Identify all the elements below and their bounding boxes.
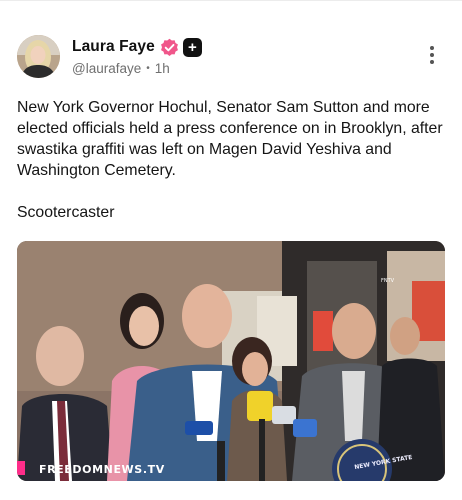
verified-badge-icon xyxy=(160,38,178,56)
avatar-image xyxy=(17,35,60,78)
post-body: New York Governor Hochul, Senator Sam Su… xyxy=(17,97,447,223)
more-dot xyxy=(430,60,434,64)
author-name-row: Laura Faye + xyxy=(72,37,202,57)
author-handle[interactable]: @laurafaye xyxy=(72,61,141,76)
plus-badge-icon: + xyxy=(182,37,202,57)
press-conference-photo xyxy=(17,241,445,481)
media-corner-tag: FNTV xyxy=(381,278,395,284)
author-meta: @laurafaye • 1h xyxy=(72,61,170,76)
author-name[interactable]: Laura Faye xyxy=(72,38,155,56)
post-media-image[interactable]: FNTV NEW YORK STATE FREEDOMNEWS.TV xyxy=(17,241,445,481)
post-time[interactable]: 1h xyxy=(155,61,170,76)
top-divider xyxy=(0,0,462,1)
more-vertical-icon xyxy=(430,46,434,50)
meta-separator: • xyxy=(146,63,150,74)
watermark-accent-bar xyxy=(17,461,25,475)
author-avatar[interactable] xyxy=(17,35,60,78)
media-watermark: FREEDOMNEWS.TV xyxy=(39,463,165,476)
post-text: New York Governor Hochul, Senator Sam Su… xyxy=(17,99,443,179)
post-source: Scootercaster xyxy=(17,204,115,221)
more-dot xyxy=(430,53,434,57)
more-options-button[interactable] xyxy=(425,46,439,68)
